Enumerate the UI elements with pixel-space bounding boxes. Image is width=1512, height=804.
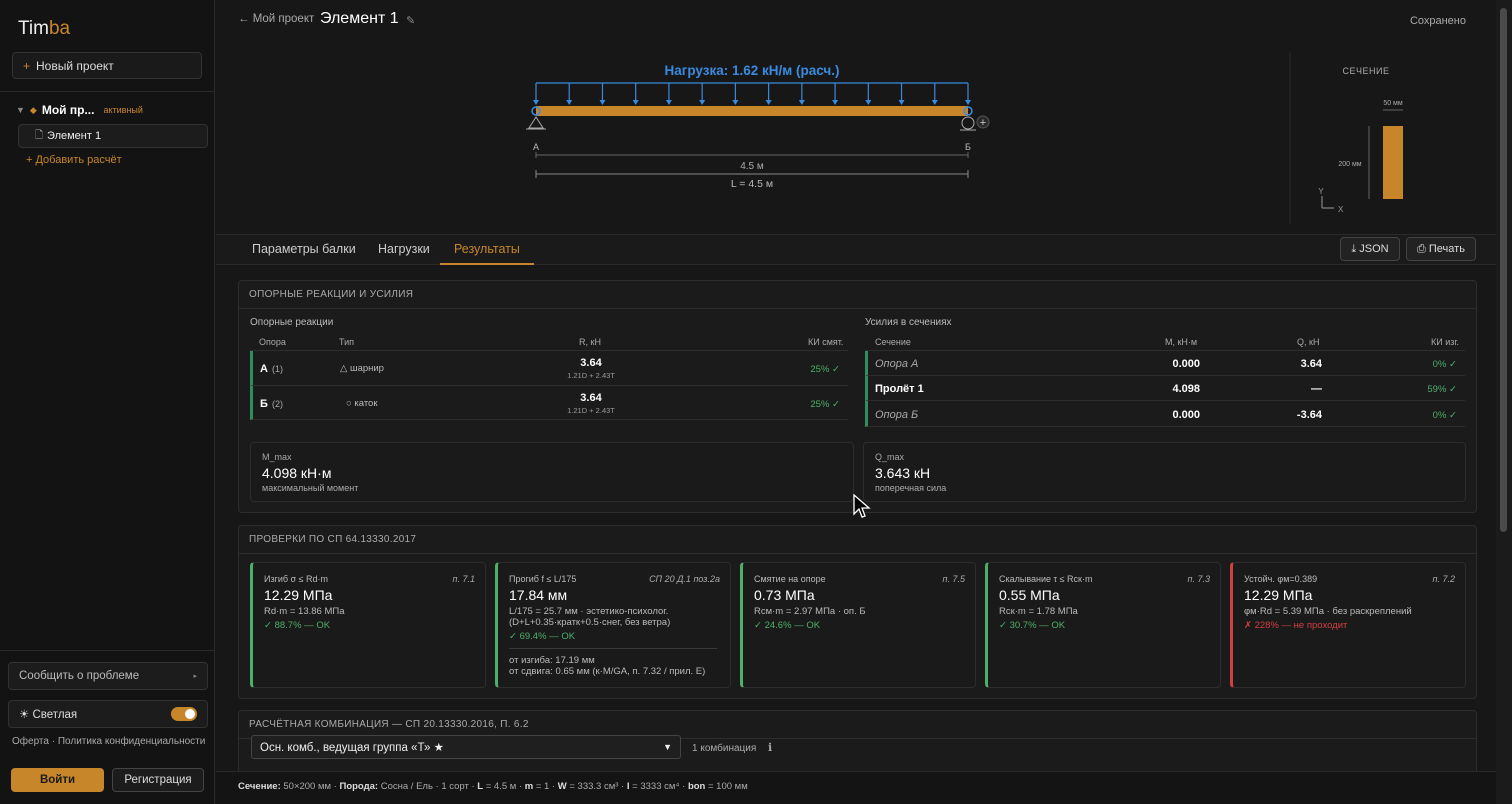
print-button[interactable]: ⎙ Печать [1406, 237, 1476, 261]
main: ← Мой проект Элемент 1 ✎ Сохранено Нагру… [216, 0, 1496, 804]
collapse-icon[interactable]: ▼ [16, 105, 25, 115]
page-title: Элемент 1 [320, 10, 399, 27]
qmax-card: Q_max 3.643 кН поперечная сила [863, 442, 1466, 502]
sidebar-item-element[interactable]: 🗋 Элемент 1 [18, 124, 208, 148]
section-height-label: 200 мм [1338, 161, 1361, 168]
mmax-card: M_max 4.098 кН·м максимальный момент [250, 442, 854, 502]
section-width-label: 50 мм [1383, 100, 1403, 107]
load-arrow-head [931, 100, 938, 105]
project-name: Мой пр... [41, 103, 95, 117]
section-title: СЕЧЕНИЕ [1343, 66, 1390, 76]
table-row[interactable]: Опора Б 0.000 -3.64 0% ✓ [865, 401, 1465, 427]
combination-select[interactable]: Осн. комб., ведущая группа «Т» ★ ▼ [251, 735, 681, 759]
load-label: Нагрузка: 1.62 кН/м (расч.) [664, 63, 839, 78]
support-b-label: Б [965, 142, 971, 152]
col-header: КИ смят. [808, 337, 844, 347]
load-arrow-head [665, 100, 672, 105]
check-card-bearing[interactable]: Смятие на опоре п. 7.5 0.73 МПа Rсм·m = 2… [740, 562, 976, 688]
reactions-panel: ОПОРНЫЕ РЕАКЦИИ И УСИЛИЯ Опорные реакции… [238, 280, 1477, 513]
scrollbar-thumb[interactable] [1500, 8, 1507, 532]
load-arrow-head [765, 100, 772, 105]
document-icon: 🗋 [35, 129, 44, 141]
load-arrow-head [533, 100, 539, 105]
beam-diagram: Нагрузка: 1.62 кН/м (расч.) + A Б 4.5 м … [526, 52, 1403, 224]
arrow-right-icon: ▸ [193, 673, 197, 680]
col-header: Опора [259, 337, 286, 347]
load-arrow-head [965, 100, 971, 105]
chevron-down-icon: ▼ [663, 742, 672, 752]
load-arrow-head [699, 100, 706, 105]
panel-title: ОПОРНЫЕ РЕАКЦИИ И УСИЛИЯ [239, 281, 1476, 309]
login-button[interactable]: Войти [11, 768, 104, 792]
load-arrow-head [599, 100, 606, 105]
register-button[interactable]: Регистрация [112, 768, 204, 792]
load-arrow-head [632, 100, 639, 105]
load-arrow-head [832, 100, 839, 105]
table-row[interactable]: Пролёт 1 4.098 — 59% ✓ [865, 376, 1465, 401]
col-header: R, кН [579, 337, 601, 347]
tab-bar: Параметры балки Нагрузки Результаты ⤓ JS… [216, 234, 1496, 265]
legal-links[interactable]: Оферта · Политика конфиденциальности [12, 736, 205, 747]
support-a-label: A [533, 142, 539, 152]
combination-panel: РАСЧЁТНАЯ КОМБИНАЦИЯ — СП 20.13330.2016,… [238, 710, 1477, 780]
back-link[interactable]: ← Мой проект [238, 13, 314, 25]
status-footer: Сечение: 50×200 мм · Порода: Сосна / Ель… [216, 771, 1496, 804]
span-label: 4.5 м [740, 161, 764, 172]
edit-icon[interactable]: ✎ [406, 14, 415, 27]
load-arrow-head [566, 100, 573, 105]
logo[interactable]: Timba [18, 18, 70, 40]
table-row[interactable]: Опора А 0.000 3.64 0% ✓ [865, 351, 1465, 376]
axis-x-label: X [1338, 205, 1344, 214]
add-calculation-link[interactable]: + Добавить расчёт [26, 154, 122, 166]
col-header: КИ изг. [1431, 337, 1460, 347]
tab-results[interactable]: Результаты [440, 235, 534, 265]
active-badge: активный [103, 105, 143, 115]
panel-title: ПРОВЕРКИ ПО СП 64.13330.2017 [239, 526, 1476, 554]
check-card-stability[interactable]: Устойч. φм=0.389 п. 7.2 12.29 МПа φм·Rd =… [1230, 562, 1466, 688]
theme-toggle-row[interactable]: ☀ Светлая [8, 700, 208, 728]
save-status: Сохранено [1409, 15, 1466, 27]
info-icon[interactable]: ℹ [768, 741, 772, 754]
check-card-deflection[interactable]: Прогиб f ≤ L/175 СП 20 Д.1 поз.2а 17.84 м… [495, 562, 731, 688]
check-card-shear[interactable]: Скалывание τ ≤ Rск·m п. 7.3 0.55 МПа Rск·… [985, 562, 1221, 688]
table-row[interactable]: А (1) △ шарнир 3.64 1.21D + 2.43T 25% ✓ [250, 351, 848, 386]
project-item[interactable]: ▼ ◆ Мой пр... активный [16, 103, 143, 117]
beam-body [536, 106, 968, 116]
col-header: М, кН·м [1165, 337, 1198, 347]
checks-panel: ПРОВЕРКИ ПО СП 64.13330.2017 Изгиб σ ≤ R… [238, 525, 1477, 699]
table-row[interactable]: Б (2) ○ каток 3.64 1.21D + 2.43T 25% ✓ [250, 386, 848, 420]
col-header: Тип [339, 337, 355, 347]
sidebar: Timba + Новый проект ▼ ◆ Мой пр... активн… [0, 0, 215, 804]
new-project-button[interactable]: + Новый проект [12, 52, 202, 79]
svg-text:+: + [980, 117, 986, 129]
add-support-icon[interactable]: + [976, 115, 990, 129]
section-rect [1383, 126, 1403, 199]
json-export-button[interactable]: ⤓ JSON [1340, 237, 1400, 261]
col-header: Q, кН [1297, 337, 1320, 347]
roller-support-b [960, 116, 976, 131]
report-issue-button[interactable]: Сообщить о проблеме ▸ [8, 662, 208, 690]
pin-support-a [526, 116, 546, 130]
forces-subtitle: Усилия в сечениях [865, 317, 952, 328]
load-arrow-head [798, 100, 805, 105]
check-card-bending[interactable]: Изгиб σ ≤ Rd·m п. 7.1 12.29 МПа Rd·m = 13… [250, 562, 486, 688]
total-length-label: L = 4.5 м [731, 178, 773, 190]
theme-toggle[interactable] [171, 707, 197, 721]
axis-y-label: Y [1318, 187, 1324, 196]
load-arrow-head [898, 100, 905, 105]
divider [0, 650, 215, 651]
load-arrow-head [732, 100, 739, 105]
combination-count: 1 комбинация [692, 743, 757, 754]
load-arrow-head [865, 100, 872, 105]
plus-icon: + [23, 58, 31, 73]
mouse-cursor-icon [853, 494, 871, 518]
reactions-subtitle: Опорные реакции [250, 317, 334, 328]
load-arrows [533, 83, 971, 105]
tab-beam-params[interactable]: Параметры балки [252, 235, 356, 265]
divider [0, 91, 215, 92]
col-header: Сечение [875, 337, 911, 347]
scrollbar[interactable] [1496, 0, 1512, 804]
tab-loads[interactable]: Нагрузки [378, 235, 430, 265]
diamond-icon: ◆ [29, 104, 37, 115]
